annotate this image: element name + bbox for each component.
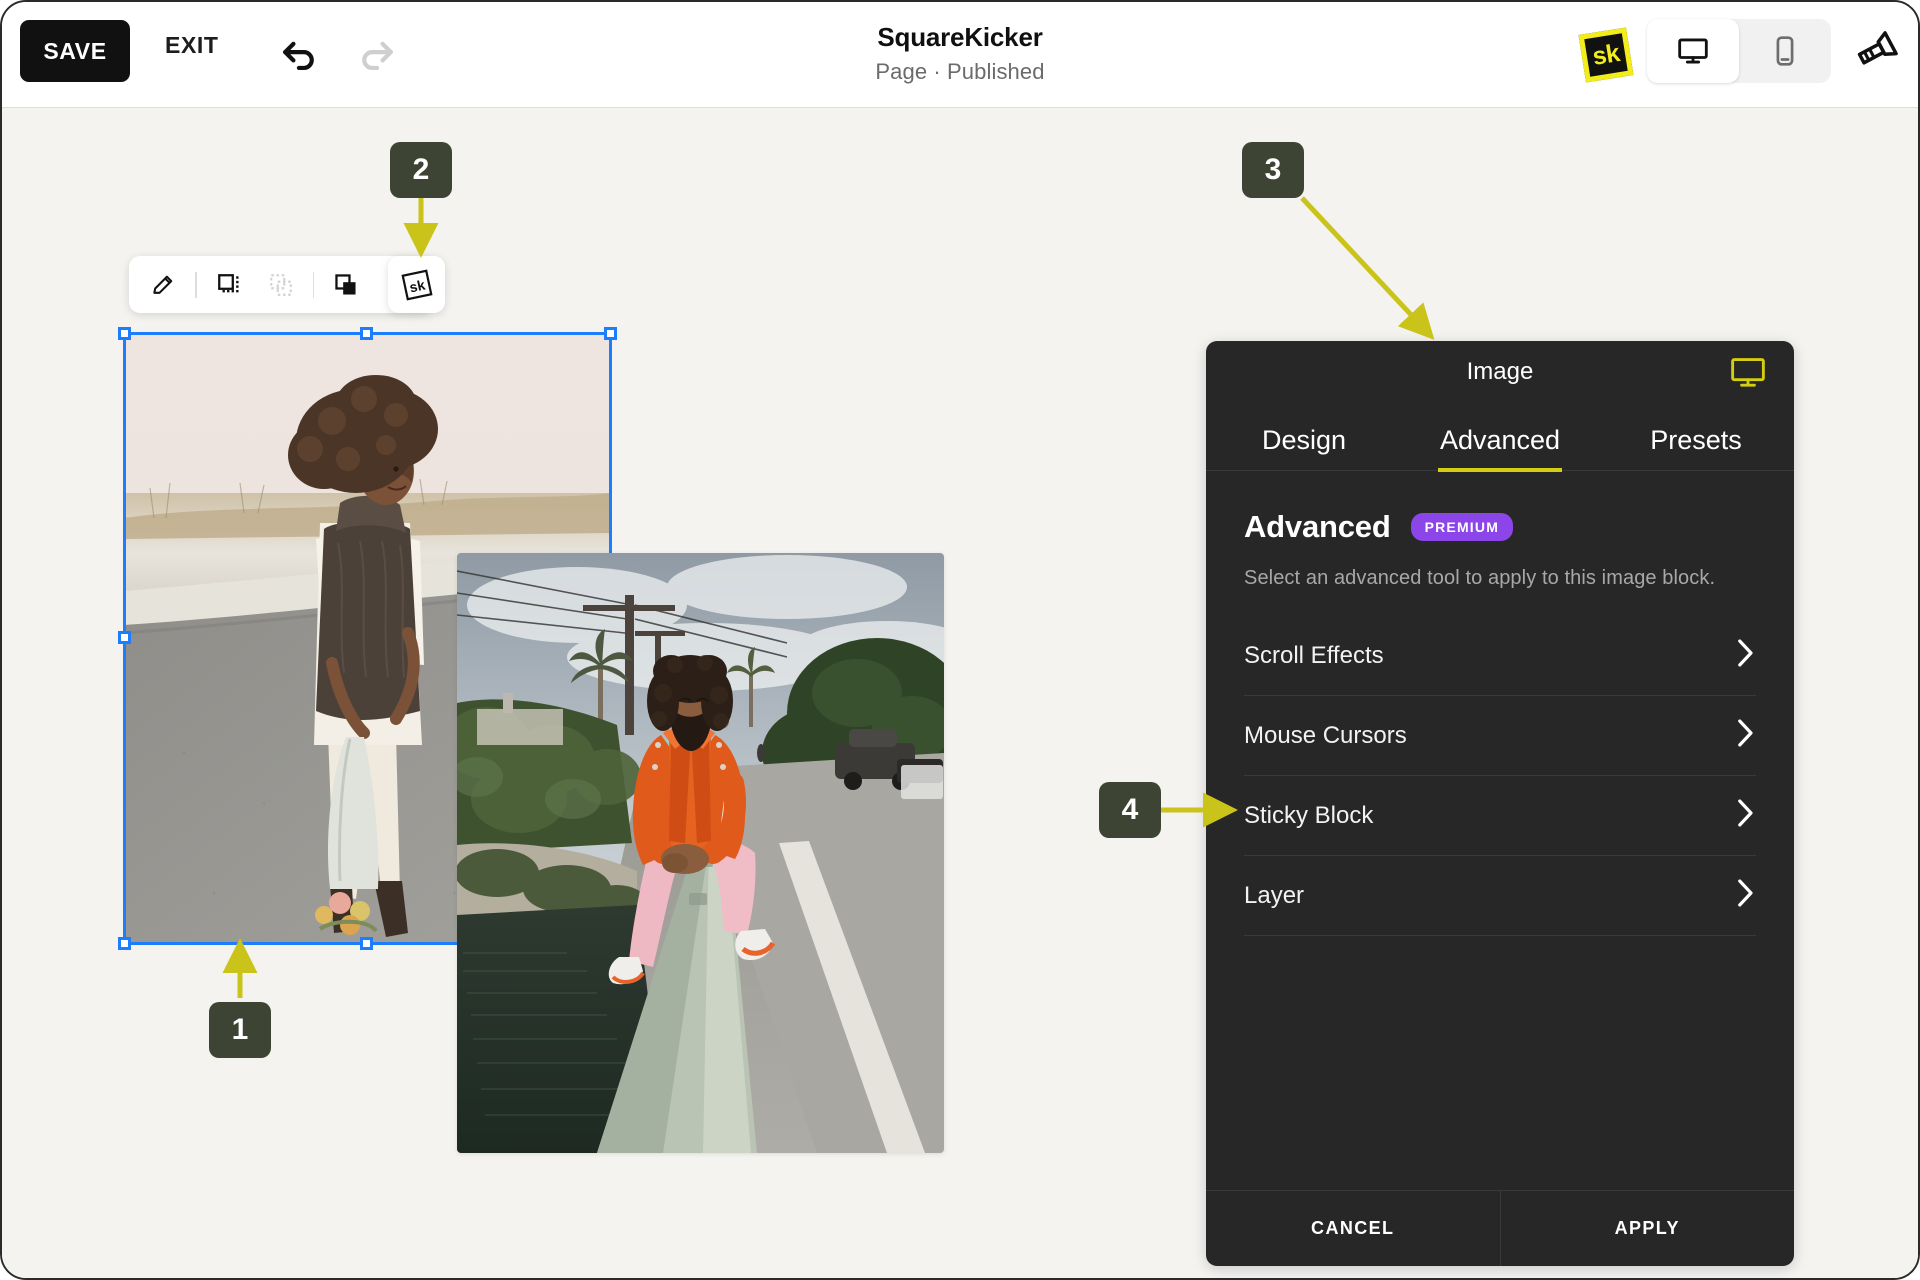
advanced-description: Select an advanced tool to apply to this… <box>1244 567 1716 589</box>
cut-block-icon <box>217 273 239 292</box>
duplicate-block-icon <box>335 273 356 295</box>
paintbrush-icon <box>1857 31 1898 65</box>
desktop-monitor-icon <box>1731 358 1765 387</box>
resize-handle-top-right[interactable] <box>604 327 617 340</box>
tab-advanced[interactable]: Advanced <box>1402 425 1598 472</box>
callout-badge-3: 3 <box>1242 142 1304 198</box>
tab-presets[interactable]: Presets <box>1598 425 1794 470</box>
undo-button[interactable] <box>270 26 326 82</box>
cut-block-button[interactable] <box>209 265 249 305</box>
advanced-item-mouse-cursors[interactable]: Mouse Cursors <box>1244 696 1756 776</box>
advanced-heading-row: Advanced PREMIUM <box>1244 509 1756 545</box>
advanced-item-scroll-effects[interactable]: Scroll Effects <box>1244 616 1756 696</box>
panel-desktop-monitor-icon[interactable] <box>1726 355 1770 391</box>
panel-tab-bar: Design Advanced Presets <box>1206 403 1794 472</box>
edit-pencil-icon <box>153 275 173 294</box>
duplicate-block-button[interactable] <box>326 265 366 305</box>
advanced-item-label: Scroll Effects <box>1244 641 1384 669</box>
redo-button[interactable] <box>350 26 406 82</box>
apply-button[interactable]: APPLY <box>1501 1191 1795 1266</box>
advanced-item-label: Sticky Block <box>1244 801 1374 829</box>
panel-title: Image <box>1466 358 1534 385</box>
callout-badge-4: 4 <box>1099 782 1161 838</box>
device-desktop-button[interactable] <box>1647 19 1739 83</box>
squarekicker-logo-label: sk <box>1590 38 1622 71</box>
device-mobile-button[interactable] <box>1739 19 1831 83</box>
panel-header: Image <box>1206 341 1794 403</box>
callout-badge-2: 2 <box>390 142 452 198</box>
callout-badge-1: 1 <box>209 1002 271 1058</box>
premium-badge: PREMIUM <box>1410 513 1514 541</box>
cancel-button[interactable]: CANCEL <box>1206 1191 1501 1266</box>
squarekicker-logo-icon[interactable]: sk <box>1578 27 1634 83</box>
resize-handle-top-left[interactable] <box>118 327 131 340</box>
save-button[interactable]: SAVE <box>20 20 130 82</box>
image-block-2-photo <box>457 553 944 1153</box>
paintbrush-button[interactable] <box>1847 22 1905 80</box>
resize-handle-middle-left[interactable] <box>118 630 131 644</box>
edit-pencil-button[interactable] <box>143 265 183 305</box>
element-action-toolbar <box>129 256 432 313</box>
device-preview-toggle <box>1647 19 1831 83</box>
advanced-heading: Advanced <box>1244 509 1391 544</box>
resize-handle-bottom-center[interactable] <box>359 937 373 950</box>
chevron-right-icon <box>1734 878 1756 913</box>
panel-footer: CANCEL APPLY <box>1206 1190 1794 1266</box>
secondary-image-block[interactable] <box>457 553 944 1153</box>
chevron-right-icon <box>1734 718 1756 753</box>
panel-body: Advanced PREMIUM Select an advanced tool… <box>1206 471 1794 1190</box>
desktop-monitor-icon <box>1678 38 1708 64</box>
resize-handle-top-center[interactable] <box>359 327 373 340</box>
redo-arrow-icon <box>362 41 393 71</box>
svg-text:sk: sk <box>407 276 426 295</box>
app-window-frame: SAVE EXIT SquareKicker Page · Published … <box>0 0 1920 1280</box>
advanced-item-label: Mouse Cursors <box>1244 721 1407 749</box>
chevron-right-icon <box>1734 798 1756 833</box>
editor-canvas: sk Image Design Advanced Presets Advance… <box>2 108 1918 1278</box>
advanced-item-sticky-block[interactable]: Sticky Block <box>1244 776 1756 856</box>
toolbar-sk-button[interactable]: sk <box>388 256 445 313</box>
exit-button[interactable]: EXIT <box>165 32 219 59</box>
paste-block-button[interactable] <box>261 265 301 305</box>
advanced-tool-list: Scroll Effects Mouse Cursors Sticky Bloc… <box>1244 616 1756 936</box>
advanced-item-layer[interactable]: Layer <box>1244 856 1756 936</box>
chevron-right-icon <box>1734 638 1756 673</box>
mobile-phone-icon <box>1776 36 1794 66</box>
toolbar-divider <box>195 271 197 298</box>
squarekicker-image-panel: Image Design Advanced Presets Advanced P… <box>1206 341 1794 1266</box>
toolbar-divider <box>312 271 314 298</box>
resize-handle-bottom-left[interactable] <box>118 937 131 950</box>
top-toolbar: SAVE EXIT SquareKicker Page · Published … <box>2 2 1918 108</box>
squarekicker-sk-icon: sk <box>400 268 433 301</box>
tab-design[interactable]: Design <box>1206 425 1402 470</box>
squarekicker-logo-square: sk <box>1578 27 1634 83</box>
paste-block-icon <box>269 273 292 296</box>
undo-arrow-icon <box>283 41 314 71</box>
advanced-item-label: Layer <box>1244 881 1305 909</box>
